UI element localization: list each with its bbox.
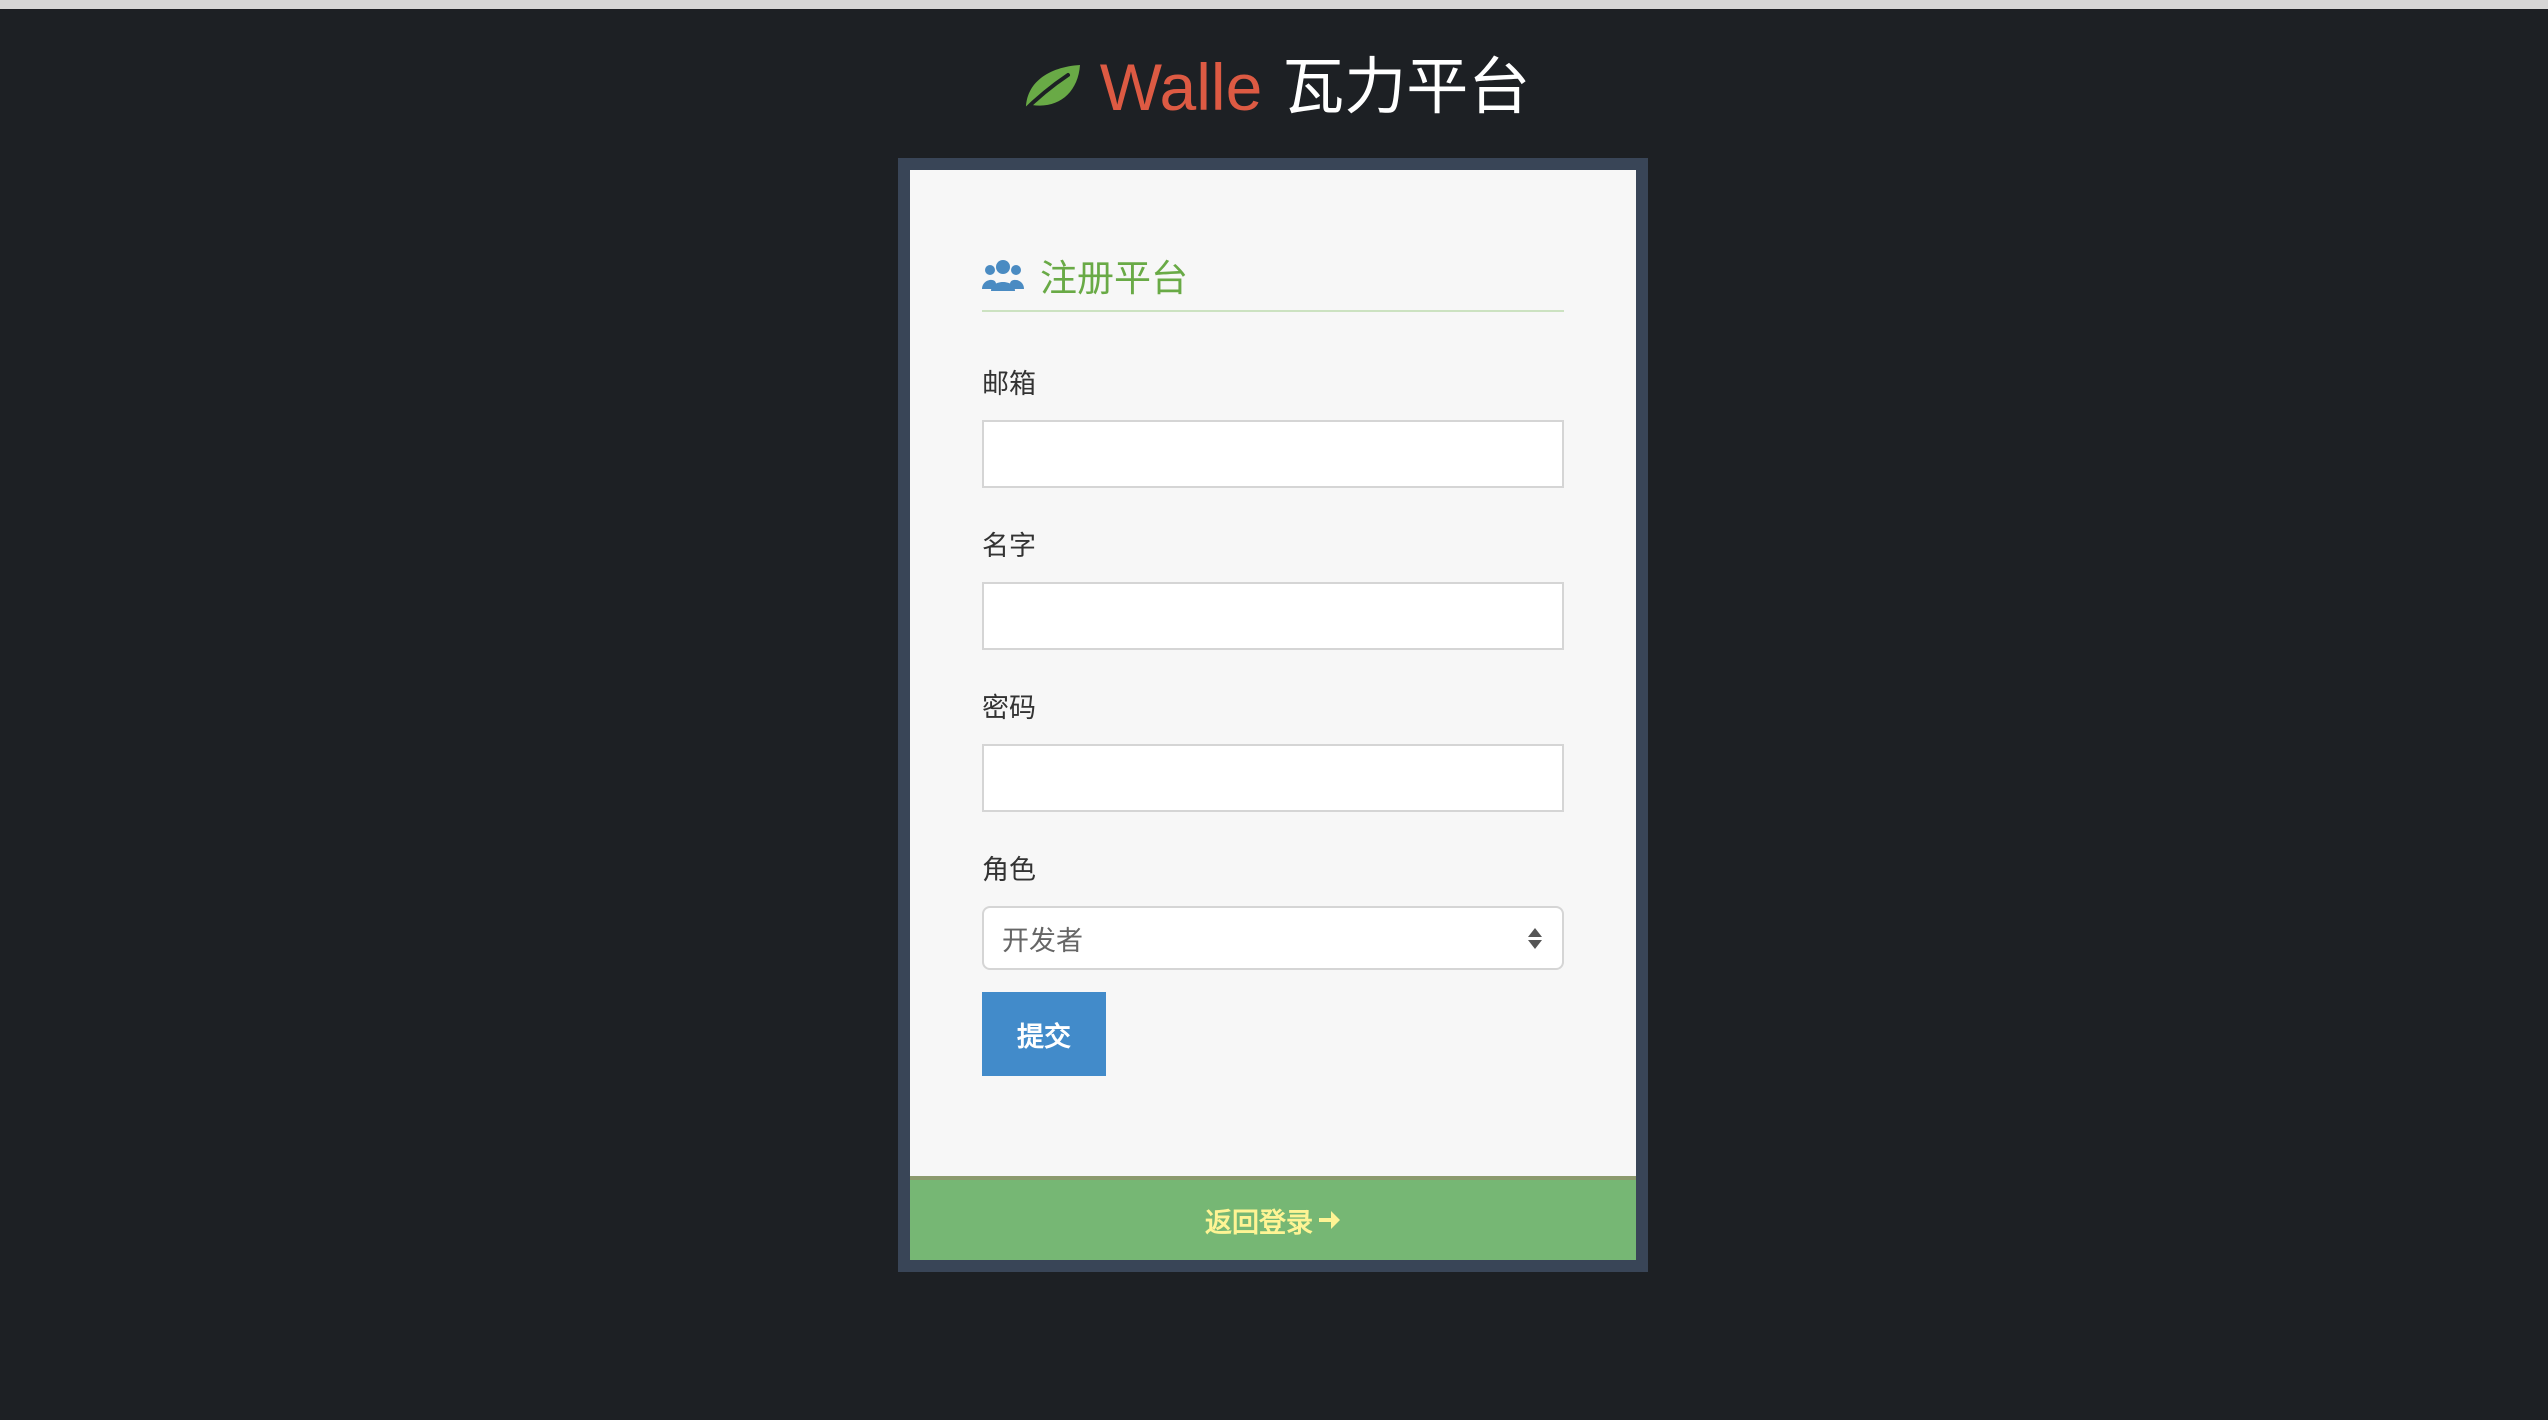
leaf-icon	[1018, 59, 1084, 115]
back-to-login-link[interactable]: 返回登录	[910, 1176, 1636, 1260]
users-icon	[982, 255, 1024, 295]
brand-name: Walle	[1099, 50, 1263, 124]
brand-subtitle: 瓦力平台	[1282, 50, 1531, 123]
email-label: 邮箱	[982, 369, 1036, 400]
role-select[interactable]: 开发者	[982, 906, 1564, 970]
role-label: 角色	[982, 855, 1036, 886]
arrow-right-icon	[1317, 1208, 1341, 1232]
back-to-login-label: 返回登录	[1205, 1207, 1313, 1239]
form-header: 注册平台	[982, 250, 1564, 312]
register-box: 注册平台 邮箱 名字 密码 角色 开发者 提交 返回登录	[898, 158, 1648, 1272]
email-field[interactable]	[982, 420, 1564, 488]
name-field[interactable]	[982, 582, 1564, 650]
password-field[interactable]	[982, 744, 1564, 812]
role-select-value: 开发者	[1002, 925, 1083, 957]
password-label: 密码	[982, 693, 1036, 724]
select-arrows-icon	[1526, 927, 1544, 949]
register-panel: 注册平台 邮箱 名字 密码 角色 开发者 提交 返回登录	[910, 170, 1636, 1260]
browser-top-strip	[0, 0, 2548, 9]
submit-button[interactable]: 提交	[982, 992, 1106, 1076]
name-label: 名字	[982, 531, 1036, 562]
form-title: 注册平台	[1040, 257, 1188, 300]
brand-header: Walle 瓦力平台	[0, 42, 2548, 132]
